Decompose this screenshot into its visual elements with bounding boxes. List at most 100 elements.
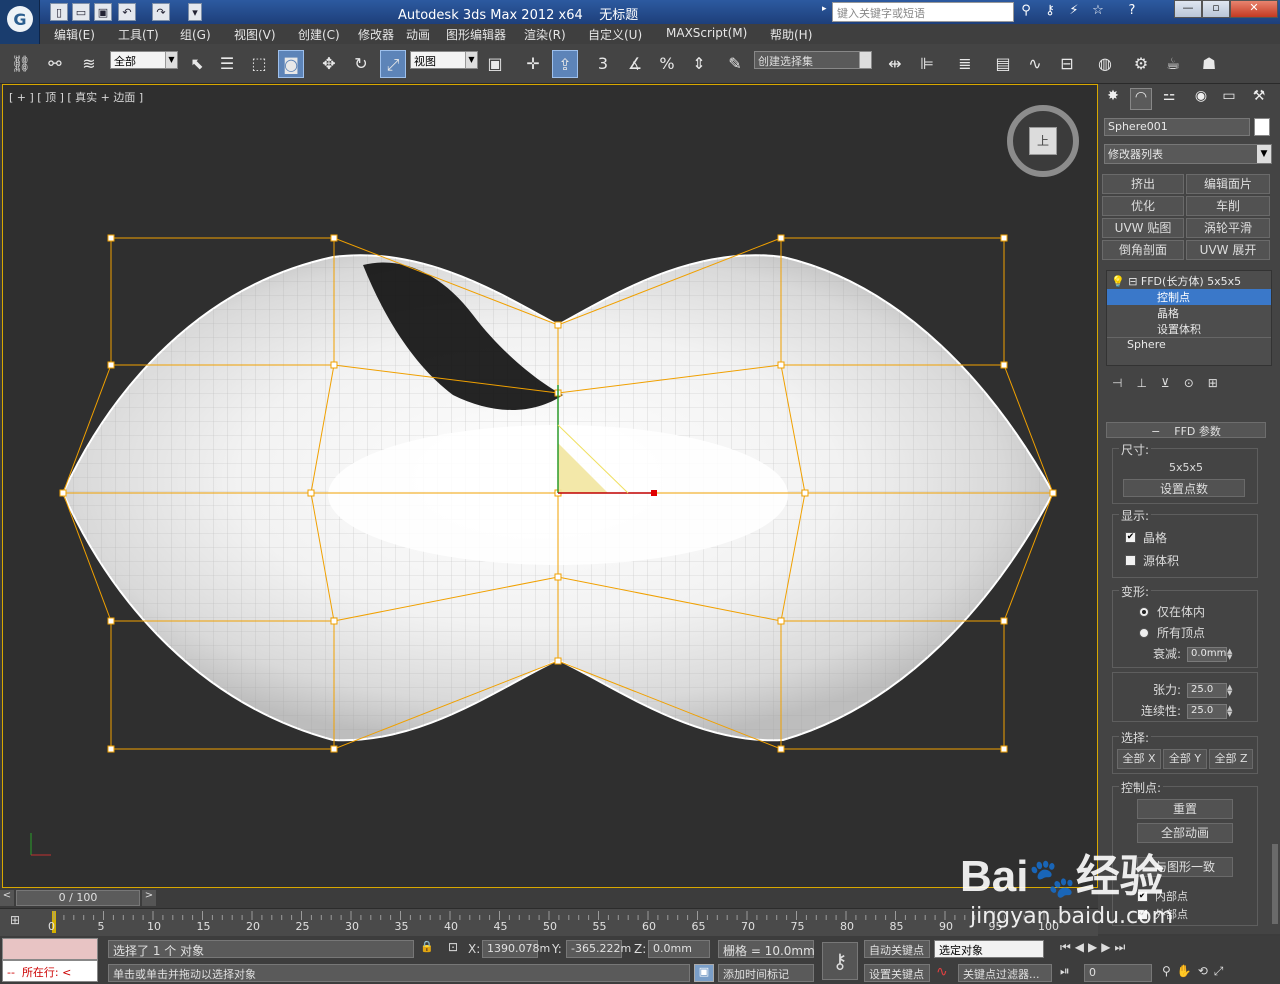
viewport-top[interactable]: [ + ] [ 顶 ] [ 真实 + 边面 ] 上	[2, 84, 1098, 888]
window-crossing-icon[interactable]: ◙	[278, 50, 304, 78]
mod-edit-patch-button[interactable]: 编辑面片	[1186, 174, 1270, 194]
create-tab-icon[interactable]: ✸	[1102, 88, 1124, 110]
modify-tab-icon[interactable]: ◠	[1130, 88, 1152, 110]
maximize-button[interactable]: ▫	[1202, 0, 1230, 18]
bind-space-warp-icon[interactable]: ≋	[76, 50, 102, 78]
source-volume-checkbox[interactable]	[1125, 555, 1136, 566]
reset-button[interactable]: 重置	[1137, 799, 1233, 819]
current-frame-field[interactable]: 0	[1084, 964, 1152, 982]
menu-tools[interactable]: 工具(T)	[118, 26, 159, 43]
menu-modifiers[interactable]: 修改器	[358, 26, 394, 43]
save-icon[interactable]: ▣	[94, 3, 112, 21]
material-editor-icon[interactable]: ◍	[1092, 50, 1118, 78]
new-file-icon[interactable]: ▯	[50, 3, 68, 21]
all-z-button[interactable]: 全部 Z	[1209, 749, 1253, 769]
time-slider-thumb[interactable]: 0 / 100	[16, 890, 140, 906]
y-coordinate-field[interactable]: -365.222m	[566, 940, 631, 958]
mini-curve-editor-icon[interactable]: ⊞	[10, 913, 30, 931]
playback-controls[interactable]: ⏮◀▶▶⏭	[1060, 940, 1170, 958]
stack-tools-icons[interactable]: ⊣⊥⊻⊙⊞	[1112, 376, 1262, 392]
menu-customize[interactable]: 自定义(U)	[588, 26, 642, 43]
open-file-icon[interactable]: ▭	[72, 3, 90, 21]
application-button[interactable]: G	[0, 0, 40, 44]
menu-edit[interactable]: 编辑(E)	[54, 26, 95, 43]
only-in-volume-radio[interactable]	[1139, 607, 1149, 617]
align-icon[interactable]: ⊫	[914, 50, 940, 78]
key-icon[interactable]: ⚷	[1040, 3, 1060, 21]
motion-tab-icon[interactable]: ◉	[1190, 88, 1212, 110]
mod-uvw-map-button[interactable]: UVW 贴图	[1102, 218, 1184, 238]
schematic-view-icon[interactable]: ⊟	[1054, 50, 1080, 78]
all-vertices-radio[interactable]	[1139, 628, 1149, 638]
lattice-checkbox[interactable]: ✔	[1125, 532, 1136, 543]
menu-create[interactable]: 创建(C)	[298, 26, 340, 43]
mod-unwrap-uvw-button[interactable]: UVW 展开	[1186, 240, 1270, 260]
undo-icon[interactable]: ↶	[118, 3, 136, 21]
select-object-icon[interactable]: ⬉	[184, 50, 210, 78]
help-icon[interactable]: ?	[1122, 3, 1142, 21]
select-and-link-icon[interactable]: ⛓	[8, 50, 34, 78]
mod-bevel-profile-button[interactable]: 倒角剖面	[1102, 240, 1184, 260]
unlink-icon[interactable]: ⚯	[42, 50, 68, 78]
redo-icon[interactable]: ↷	[152, 3, 170, 21]
curve-editor-icon[interactable]: ∿	[1022, 50, 1048, 78]
add-time-tag-button[interactable]: 添加时间标记	[718, 964, 814, 982]
z-coordinate-field[interactable]: 0.0mm	[648, 940, 710, 958]
search-expand-icon[interactable]: ▸	[822, 4, 830, 20]
object-name-input[interactable]: Sphere001	[1104, 118, 1250, 136]
set-points-button[interactable]: 设置点数	[1123, 479, 1245, 497]
angle-snap-icon[interactable]: ∡	[622, 50, 648, 78]
utilities-tab-icon[interactable]: ⚒	[1248, 88, 1270, 110]
time-prev-icon[interactable]: <	[0, 890, 14, 906]
keyboard-shortcut-override-icon[interactable]: ⇪	[552, 50, 578, 78]
mod-turbosmooth-button[interactable]: 涡轮平滑	[1186, 218, 1270, 238]
layer-manager-icon[interactable]: ≣	[952, 50, 978, 78]
menu-animation[interactable]: 动画	[406, 26, 430, 43]
mod-lathe-button[interactable]: 车削	[1186, 196, 1270, 216]
select-and-rotate-icon[interactable]: ↻	[348, 50, 374, 78]
select-and-scale-icon[interactable]: ⤢	[380, 50, 406, 78]
pivot-center-icon[interactable]: ▣	[482, 50, 508, 78]
render-setup-icon[interactable]: ⚙	[1128, 50, 1154, 78]
rectangular-selection-icon[interactable]: ⬚	[246, 50, 272, 78]
customize-qa-icon[interactable]: ▾	[188, 3, 202, 21]
lock-selection-icon[interactable]: 🔒	[420, 940, 434, 958]
track-bar[interactable]: ⊞ 0 5 10 15 20 25 30 35 40 45 50 55 60 65 70 75 80 85 90 95…	[0, 908, 1098, 936]
time-slider[interactable]: < 0 / 100 >	[0, 888, 1098, 908]
stack-item-ffd[interactable]: 💡 ⊟ FFD(长方体) 5x5x5	[1107, 273, 1271, 289]
key-filter-curve-icon[interactable]: ∿	[936, 964, 956, 982]
mirror-icon[interactable]: ⇹	[882, 50, 908, 78]
stack-item-control-points[interactable]: 控制点	[1107, 289, 1271, 305]
tension-spinner[interactable]: 25.0 ▲ ▼	[1187, 683, 1232, 698]
menu-help[interactable]: 帮助(H)	[770, 26, 812, 43]
continuity-spinner[interactable]: 25.0 ▲ ▼	[1187, 704, 1232, 719]
all-y-button[interactable]: 全部 Y	[1163, 749, 1207, 769]
set-key-icon[interactable]: ⚷	[822, 942, 858, 980]
communication-icon[interactable]: ⚡	[1064, 3, 1084, 21]
stack-item-sphere[interactable]: Sphere	[1107, 337, 1271, 353]
maxscript-prompt[interactable]: -- 所在行: <	[2, 960, 98, 982]
select-and-move-icon[interactable]: ✥	[316, 50, 342, 78]
viewport-nav-controls[interactable]: ⚲✋⟲⤢	[1162, 964, 1276, 982]
menu-rendering[interactable]: 渲染(R)	[524, 26, 566, 43]
spinner-snap-icon[interactable]: ⇕	[686, 50, 712, 78]
rendered-frame-icon[interactable]: ☕	[1160, 50, 1186, 78]
modifier-list-dropdown[interactable]: 修改器列表 ▼	[1104, 144, 1272, 164]
x-coordinate-field[interactable]: 1390.078m	[482, 940, 550, 958]
absolute-mode-icon[interactable]: ⊡	[448, 940, 464, 958]
render-production-icon[interactable]: ☗	[1196, 50, 1222, 78]
stack-item-set-volume[interactable]: 设置体积	[1107, 321, 1271, 337]
favorites-star-icon[interactable]: ☆	[1088, 3, 1108, 21]
time-tag-icon[interactable]: ▣	[694, 964, 714, 982]
key-mode-toggle-icon[interactable]: ⏯	[1060, 964, 1080, 982]
binoculars-icon[interactable]: ⚲	[1016, 3, 1036, 21]
maxscript-listener[interactable]	[2, 938, 98, 960]
percent-snap-icon[interactable]: %	[654, 50, 680, 78]
ffd-params-rollout[interactable]: − FFD 参数	[1106, 422, 1266, 438]
select-by-name-icon[interactable]: ☰	[214, 50, 240, 78]
key-filters-button[interactable]: 关键点过滤器...	[958, 964, 1052, 982]
search-input[interactable]: 键入关键字或短语	[832, 2, 1014, 22]
menu-graph-editors[interactable]: 图形编辑器	[446, 26, 506, 43]
snap-toggle-icon[interactable]: 3	[590, 50, 616, 78]
time-next-icon[interactable]: >	[142, 890, 156, 906]
